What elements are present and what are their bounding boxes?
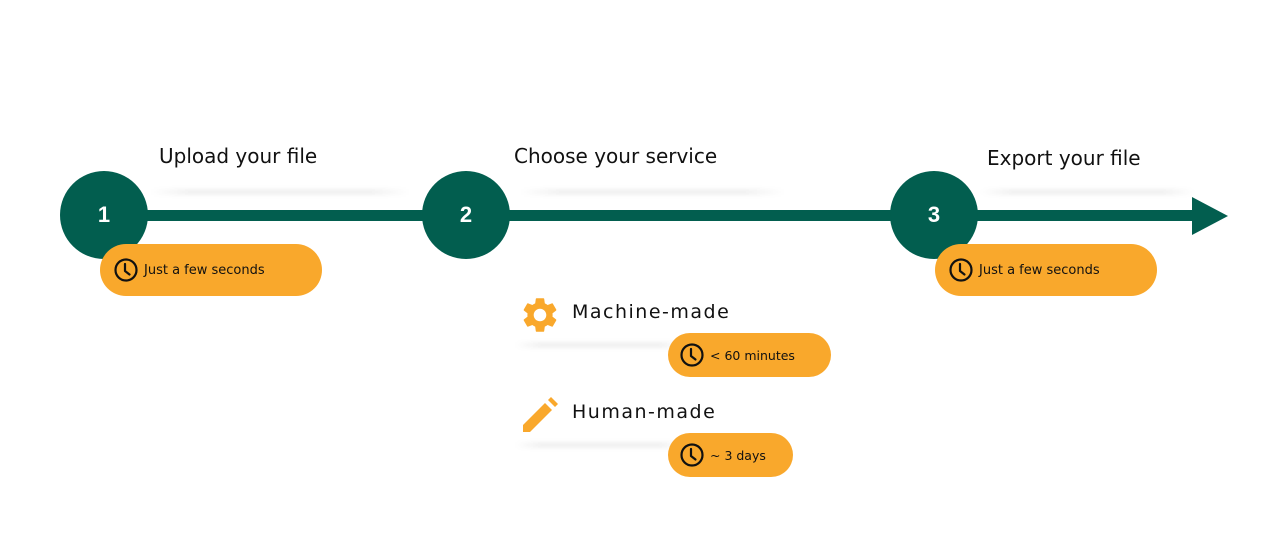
clock-icon: [680, 443, 704, 467]
step-3-title: Export your file: [987, 146, 1141, 170]
clock-icon: [114, 258, 138, 282]
step-2-circle: 2: [422, 171, 510, 259]
pencil-icon: [520, 395, 560, 435]
service-machine-made-underline: [515, 342, 685, 348]
timeline-line: [104, 210, 1200, 221]
step-1-duration: Just a few seconds: [144, 262, 265, 278]
step-2-number: 2: [459, 202, 473, 227]
step-3-duration: Just a few seconds: [979, 262, 1100, 278]
step-1-title-underline: [150, 189, 410, 195]
clock-icon: [949, 258, 973, 282]
gear-icon: [519, 294, 561, 336]
service-human-made-duration: ~ 3 days: [710, 447, 766, 463]
step-1-title: Upload your file: [159, 144, 318, 168]
step-1-number: 1: [97, 202, 111, 227]
service-human-made-underline: [515, 442, 685, 448]
service-machine-made-duration: < 60 minutes: [710, 347, 795, 363]
arrow-right-icon: [1192, 197, 1228, 235]
step-1-duration-badge: Just a few seconds: [100, 244, 322, 296]
step-2-title: Choose your service: [514, 144, 718, 168]
service-human-made-label: Human-made: [572, 401, 717, 423]
step-2-title-underline: [520, 189, 785, 195]
clock-icon: [680, 343, 704, 367]
step-3-number: 3: [927, 202, 941, 227]
step-3-title-underline: [980, 189, 1195, 195]
service-machine-made-duration-badge: < 60 minutes: [668, 333, 831, 377]
step-3-duration-badge: Just a few seconds: [935, 244, 1157, 296]
service-machine-made-label: Machine-made: [572, 301, 731, 323]
service-human-made-duration-badge: ~ 3 days: [668, 433, 793, 477]
